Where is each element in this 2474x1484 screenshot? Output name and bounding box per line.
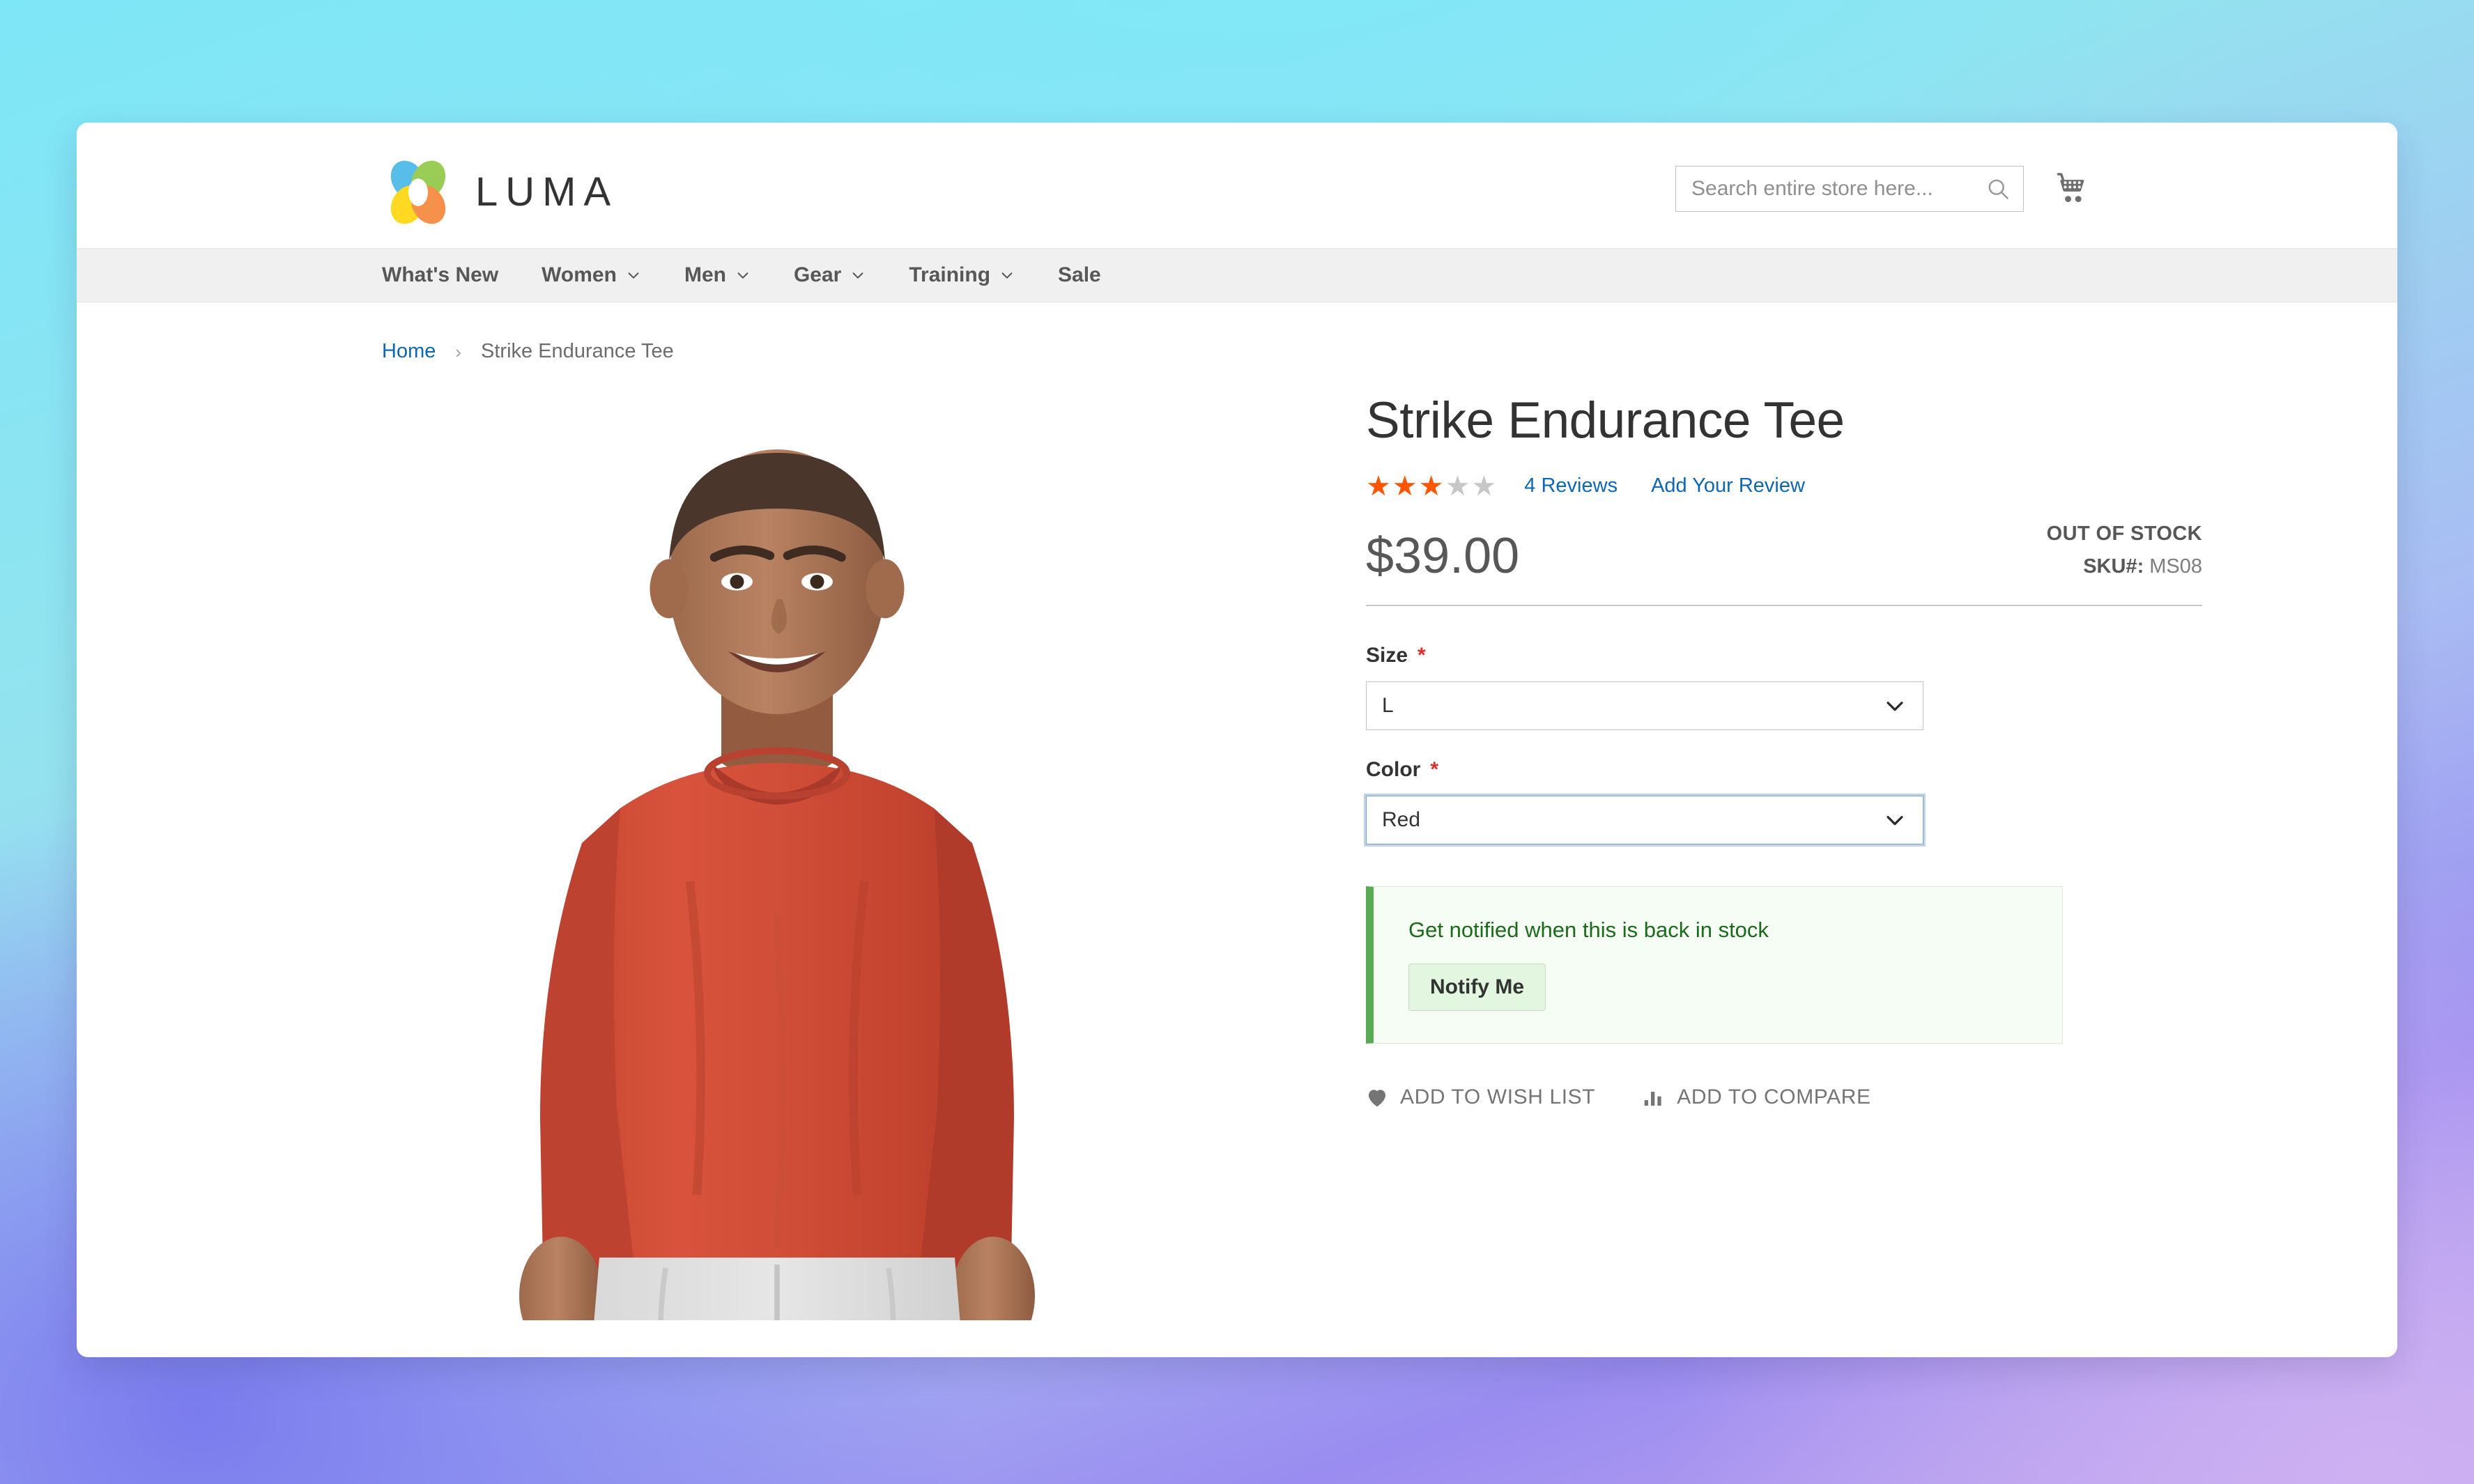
chevron-down-icon — [628, 272, 639, 279]
reviews-count-link[interactable]: 4 Reviews — [1524, 474, 1618, 497]
size-label: Size — [1366, 643, 1408, 667]
product-image[interactable] — [341, 394, 1213, 1320]
status-badge: OUT OF STOCK — [2046, 522, 2202, 545]
required-marker: * — [1430, 757, 1439, 781]
size-label-row: Size * — [1366, 644, 2202, 667]
nav-item-training[interactable]: Training — [909, 265, 1015, 286]
nav-label: Sale — [1058, 263, 1101, 286]
nav-item-gear[interactable]: Gear — [794, 265, 866, 286]
notify-me-button[interactable]: Notify Me — [1408, 963, 1546, 1011]
browser-page-card: LUMA Search entire store here... What's … — [77, 123, 2397, 1357]
search-box[interactable] — [1675, 166, 2024, 212]
main-navigation: What's New Women Men Gear Training Sale — [77, 248, 2397, 302]
wish-list-label: ADD TO WISH LIST — [1400, 1085, 1596, 1108]
breadcrumb-home-link[interactable]: Home — [382, 341, 436, 362]
search-icon[interactable] — [1984, 175, 2012, 203]
add-review-link[interactable]: Add Your Review — [1651, 474, 1805, 497]
page-title: Strike Endurance Tee — [1366, 392, 1845, 449]
nav-label: Gear — [793, 263, 842, 286]
site-logo[interactable]: LUMA — [382, 156, 618, 229]
chevron-down-icon — [1001, 272, 1013, 279]
compare-bars-icon — [1644, 1091, 1661, 1106]
color-label-row: Color * — [1366, 758, 2202, 782]
breadcrumb-current: Strike Endurance Tee — [481, 340, 674, 362]
breadcrumb-separator: › — [455, 341, 462, 362]
nav-item-women[interactable]: Women — [541, 265, 641, 286]
sku-label: SKU#: — [2083, 555, 2144, 578]
option-size: Size * L — [1366, 644, 2202, 730]
product-price: $39.00 — [1366, 527, 1520, 584]
header-right-cluster — [1675, 166, 2093, 212]
star-4: ★ — [1445, 470, 1470, 502]
heart-icon — [1369, 1090, 1385, 1107]
stock-block: OUT OF STOCK SKU#: MS08 — [2047, 523, 2202, 581]
search-input[interactable] — [1676, 167, 2023, 211]
rating-row: ★ ★ ★ ★ ★ 4 Reviews Add Your Review — [1366, 472, 2202, 500]
nav-item-whats-new[interactable]: What's New — [382, 265, 498, 286]
option-color: Color * Red — [1366, 758, 2202, 844]
nav-label: Training — [909, 263, 991, 286]
star-5: ★ — [1471, 470, 1497, 502]
breadcrumb: Home › Strike Endurance Tee — [77, 302, 2397, 362]
color-label: Color — [1366, 757, 1421, 781]
chevron-down-icon — [737, 272, 748, 279]
size-select-wrap: L — [1366, 681, 1923, 730]
add-to-compare-button[interactable]: ADD TO COMPARE — [1643, 1085, 1870, 1109]
required-marker: * — [1417, 643, 1426, 667]
nav-item-men[interactable]: Men — [684, 265, 751, 286]
product-photo-illustration — [341, 394, 1213, 1320]
star-2: ★ — [1392, 470, 1417, 502]
nav-item-sale[interactable]: Sale — [1058, 265, 1101, 286]
nav-label: What's New — [382, 263, 499, 286]
chevron-down-icon — [852, 272, 863, 279]
shopping-cart-icon[interactable] — [2054, 169, 2093, 208]
nav-label: Women — [541, 263, 617, 286]
logo-text: LUMA — [475, 169, 619, 215]
color-select[interactable]: Red — [1366, 795, 1923, 844]
product-media-column — [77, 394, 1366, 1320]
notify-message: Get notified when this is back in stock — [1408, 917, 1769, 942]
sku-line: SKU#: MS08 — [2047, 555, 2202, 578]
color-select-wrap: Red — [1366, 795, 1923, 844]
rating-stars[interactable]: ★ ★ ★ ★ ★ — [1366, 472, 1496, 500]
product-action-links: ADD TO WISH LIST ADD TO COMPARE — [1366, 1085, 2202, 1109]
site-header: LUMA — [77, 123, 2397, 248]
price-and-stock-row: $39.00 OUT OF STOCK SKU#: MS08 — [1366, 523, 2202, 606]
add-to-wish-list-button[interactable]: ADD TO WISH LIST — [1366, 1085, 1595, 1109]
product-detail-area: Strike Endurance Tee ★ ★ ★ ★ ★ 4 Reviews… — [77, 362, 2397, 1320]
product-info-column: Strike Endurance Tee ★ ★ ★ ★ ★ 4 Reviews… — [1366, 392, 2202, 1320]
sku-value: MS08 — [2149, 555, 2202, 578]
size-select[interactable]: L — [1366, 681, 1923, 730]
luma-flower-logo-icon — [390, 160, 446, 224]
back-in-stock-notice: Get notified when this is back in stock … — [1366, 886, 2063, 1044]
compare-label: ADD TO COMPARE — [1677, 1085, 1871, 1108]
star-3: ★ — [1418, 470, 1444, 502]
star-1: ★ — [1366, 470, 1391, 502]
nav-label: Men — [684, 263, 726, 286]
